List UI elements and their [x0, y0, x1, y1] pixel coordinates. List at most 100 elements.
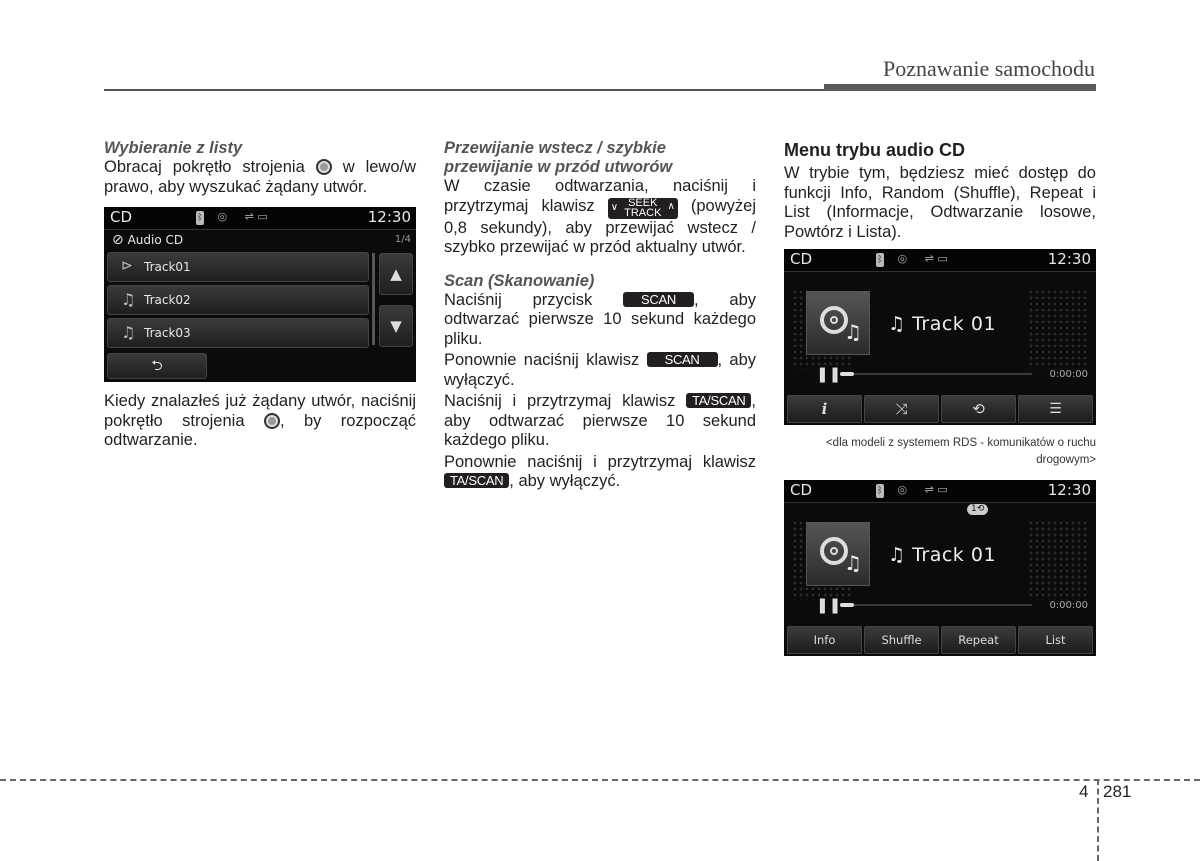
repeat-button[interactable]: Repeat: [941, 626, 1016, 654]
paragraph: Ponownie naciśnij klawisz SCAN, aby wyłą…: [444, 351, 757, 389]
column-cd-menu: Menu trybu audio CD W trybie tym, będzie…: [784, 139, 1096, 244]
progress-bar[interactable]: [840, 604, 1032, 606]
page-indicator: 1/4: [394, 234, 411, 245]
usb-icon: ⇌: [924, 483, 934, 496]
info-icon: i: [821, 400, 828, 418]
tuning-knob-icon: [263, 412, 280, 429]
source-label: Audio CD: [127, 233, 184, 247]
pause-icon[interactable]: ❚❚: [816, 596, 841, 614]
scan-key: SCAN: [646, 352, 718, 367]
ta-scan-key: TA/SCAN: [444, 473, 510, 488]
elapsed-time: 0:00:00: [1049, 369, 1088, 380]
repeat-icon: ⟲: [972, 400, 985, 418]
column-seek-scan: Przewijanie wstecz / szybkie przewijanie…: [444, 139, 756, 494]
elapsed-time: 0:00:00: [1049, 600, 1088, 611]
chevron-down-icon: ∨: [610, 201, 619, 213]
track-title: ♫ Track 01: [888, 544, 997, 566]
aux-icon: ▭: [257, 210, 268, 223]
list-icon: ☰: [1049, 401, 1062, 417]
mode-label: CD: [790, 481, 813, 499]
paragraph: W czasie odtwarzania, naciśnij i przytrz…: [444, 177, 756, 256]
disc-icon: ◎: [897, 483, 908, 496]
seek-track-key: ∨ SEEK TRACK ∧: [607, 197, 678, 219]
mode-label: CD: [790, 250, 813, 268]
down-arrow-icon: ▼: [390, 317, 402, 335]
list-screen: CD ᛒ ◎ ⇌ ▭ 12:30 ⊘ Audio CD 1/4 ⊳ Track0…: [104, 207, 416, 382]
usb-icon: ⇌: [924, 252, 934, 265]
section-subtitle: Przewijanie wstecz / szybkie przewijanie…: [444, 139, 673, 176]
decorative-dots: [1028, 289, 1088, 369]
repeat-one-badge: 1⟲: [967, 504, 989, 515]
mode-label: CD: [110, 208, 133, 226]
track-row[interactable]: ♫ Track03: [107, 318, 369, 348]
progress-bar[interactable]: [840, 373, 1032, 375]
bluetooth-icon: ᛒ: [876, 484, 884, 498]
music-note-icon: ♫: [844, 551, 862, 575]
clock: 12:30: [1047, 250, 1091, 268]
decorative-dots: [1028, 520, 1088, 600]
tuning-knob-icon: [315, 159, 332, 175]
column-list-selection-cont: Kiedy znalazłeś już żądany utwór, naciśn…: [104, 392, 416, 453]
track-title: ♫ Track 01: [888, 313, 997, 335]
music-note-icon: ♫: [121, 290, 136, 309]
progress-handle[interactable]: [840, 372, 854, 376]
back-button[interactable]: ⮌: [107, 353, 207, 379]
disc-icon: ◎: [217, 210, 228, 223]
album-art: ♫: [806, 291, 870, 355]
cd-icon: ⊘: [112, 232, 124, 248]
scroll-down-button[interactable]: ▼: [379, 305, 413, 347]
paragraph: Ponownie naciśnij i przytrzymaj klawisz …: [444, 452, 756, 490]
chevron-up-icon: ∧: [667, 200, 675, 212]
album-art: ♫: [806, 522, 870, 586]
column-list-selection: Wybieranie z listy Obracaj pokrętło stro…: [104, 139, 416, 199]
info-button[interactable]: Info: [787, 626, 862, 654]
info-button[interactable]: i: [787, 395, 862, 423]
track-row[interactable]: ⊳ Track01: [107, 252, 369, 282]
shuffle-button[interactable]: ⤨: [864, 395, 939, 423]
status-bar: CD ᛒ ◎ ⇌ ▭ 12:30: [784, 480, 1096, 503]
clock: 12:30: [1047, 481, 1091, 499]
music-note-icon: ♫: [121, 323, 136, 342]
status-bar: CD ᛒ ◎ ⇌ ▭ 12:30: [784, 249, 1096, 272]
running-header-title: Poznawanie samochodu: [883, 56, 1095, 81]
paragraph: Obracaj pokrętło strojenia w lewo/w praw…: [104, 158, 417, 196]
shuffle-button[interactable]: Shuffle: [864, 626, 939, 654]
scroll-up-button[interactable]: ▲: [379, 253, 413, 295]
aux-icon: ▭: [937, 252, 948, 265]
paragraph: W trybie tym, będziesz mieć dostęp do fu…: [784, 164, 1096, 241]
progress-handle[interactable]: [840, 603, 854, 607]
usb-icon: ⇌: [244, 210, 254, 223]
list-button[interactable]: List: [1018, 626, 1093, 654]
section-heading: Menu trybu audio CD: [784, 140, 965, 160]
play-icon: ⊳: [121, 258, 133, 274]
scan-key: SCAN: [623, 291, 694, 307]
repeat-button[interactable]: ⟲: [941, 395, 1016, 423]
music-note-icon: ♫: [888, 544, 906, 566]
ta-scan-key: TA/SCAN: [686, 393, 752, 408]
aux-icon: ▭: [937, 483, 948, 496]
shuffle-icon: ⤨: [895, 400, 908, 418]
header-rule-thick: [824, 84, 1096, 91]
paragraph: Naciśnij przycisk SCAN, aby odtwarzać pi…: [444, 290, 756, 348]
scrollbar[interactable]: [372, 253, 375, 345]
up-arrow-icon: ▲: [390, 265, 402, 283]
page-number: 281: [1103, 782, 1132, 801]
player-screen-labels: CD ᛒ ◎ ⇌ ▭ 12:30 1⟲ ♫ ♫ Track 01 ❚❚ 0:00…: [784, 480, 1096, 656]
back-icon: ⮌: [151, 358, 163, 374]
player-screen-icons: CD ᛒ ◎ ⇌ ▭ 12:30 ♫ ♫ Track 01 ❚❚ 0:00:00…: [784, 249, 1096, 425]
section-subtitle: Wybieranie z listy: [104, 139, 243, 157]
music-note-icon: ♫: [888, 313, 906, 335]
pause-icon[interactable]: ❚❚: [816, 365, 841, 383]
source-header: ⊘ Audio CD: [112, 232, 183, 248]
status-icons: ᛒ ◎ ⇌ ▭: [196, 210, 268, 225]
bluetooth-icon: ᛒ: [196, 211, 204, 225]
paragraph: Kiedy znalazłeś już żądany utwór, naciśn…: [104, 392, 416, 449]
status-bar: CD ᛒ ◎ ⇌ ▭ 12:30: [104, 207, 416, 230]
disc-icon: ◎: [897, 252, 908, 265]
chapter-number: 4: [1079, 782, 1089, 801]
track-row[interactable]: ♫ Track02: [107, 285, 369, 315]
figure-caption: <dla modeli z systemem RDS - komunikatów…: [825, 437, 1096, 466]
list-button[interactable]: ☰: [1018, 395, 1093, 423]
status-icons: ᛒ ◎ ⇌ ▭: [876, 252, 948, 267]
status-icons: ᛒ ◎ ⇌ ▭: [876, 483, 948, 498]
